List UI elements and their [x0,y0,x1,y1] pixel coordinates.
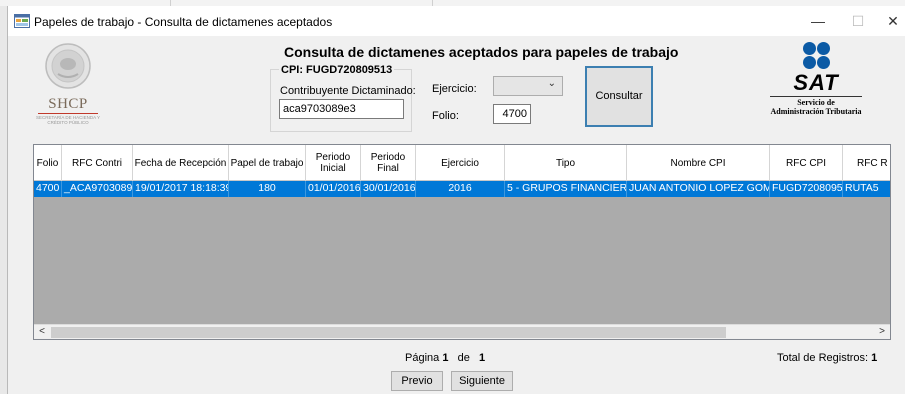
maximize-button[interactable]: ☐ [843,12,873,32]
folio-input[interactable] [493,104,531,124]
column-header[interactable]: RFC CPI [770,145,843,181]
sat-logo-text: SAT [793,70,839,95]
cell-rfc-cpi: FUGD720809513 [770,181,843,197]
background-window-edge [0,6,8,394]
total-value: 1 [871,352,878,364]
results-grid[interactable]: Folio RFC Contri Fecha de Recepción Pape… [33,144,891,340]
column-header[interactable]: Ejercicio [416,145,505,181]
scroll-left-icon[interactable]: < [34,325,50,339]
cell-rfc-contri: _ACA9703089E3 [62,181,133,197]
window-title: Papeles de trabajo - Consulta de dictame… [34,15,333,29]
column-header[interactable]: Nombre CPI [627,145,770,181]
sat-logo-subtext-2: Administración Tributaria [770,107,862,116]
column-header[interactable]: Periodo Final [361,145,416,181]
grid-header: Folio RFC Contri Fecha de Recepción Pape… [34,145,890,181]
column-header[interactable]: Fecha de Recepción [133,145,229,181]
sat-logo-subtext-1: Servicio de [797,98,835,107]
cell-papel-trabajo: 180 [229,181,306,197]
cell-folio: 4700 [34,181,62,197]
cpi-groupbox: CPI: FUGD720809513 Contribuyente Dictami… [270,64,416,132]
ejercicio-label: Ejercicio: [432,83,477,95]
coat-of-arms-icon [45,43,91,89]
cell-periodo-final: 30/01/2016 [361,181,416,197]
sat-logo: SAT Servicio de Administración Tributari… [760,40,872,120]
column-header[interactable]: Papel de trabajo [229,145,306,181]
ejercicio-dropdown[interactable]: ⌄ [493,76,563,96]
cell-rfc-r: RUTA5 [845,182,879,194]
shcp-logo-subtext: SECRETARÍA DE HACIENDA Y CRÉDITO PÚBLICO [35,115,101,125]
siguiente-button[interactable]: Siguiente [451,371,513,391]
column-header[interactable]: Folio [34,145,62,181]
shcp-logo-text: SHCP [48,96,88,112]
column-header[interactable]: RFC R [843,145,890,181]
page-title: Consulta de dictamenes aceptados para pa… [284,44,679,60]
de-label: de [457,352,470,364]
app-window: Papeles de trabajo - Consulta de dictame… [8,6,905,394]
previo-button[interactable]: Previo [391,371,443,391]
close-button[interactable]: ✕ [878,12,905,32]
scroll-right-icon[interactable]: > [874,325,890,339]
table-row[interactable]: 4700 _ACA9703089E3 19/01/2017 18:18:39 1… [34,181,890,197]
sat-logo-rule [770,96,862,97]
cell-ejercicio: 2016 [416,181,505,197]
total-registros: Total de Registros: 1 [777,352,877,364]
title-bar[interactable]: Papeles de trabajo - Consulta de dictame… [8,6,905,36]
shcp-logo: SHCP SECRETARÍA DE HACIENDA Y CRÉDITO PÚ… [28,40,108,132]
consultar-button[interactable]: Consultar [585,66,653,127]
sat-dots-icon [801,40,831,70]
contribuyente-label: Contribuyente Dictaminado: [280,85,416,97]
minimize-button[interactable]: — [803,12,833,32]
folio-label: Folio: [432,110,459,122]
cell-nombre-cpi: JUAN ANTONIO LOPEZ GOMEZ [627,181,770,197]
total-label: Total de Registros: [777,352,869,364]
column-header[interactable]: RFC Contri [62,145,133,181]
column-header[interactable]: Periodo Inicial [306,145,361,181]
cpi-group-title: CPI: FUGD720809513 [279,64,395,76]
shcp-logo-rule [38,113,98,114]
cell-periodo-inicial: 01/01/2016 [306,181,361,197]
cell-fecha-recepcion: 19/01/2017 18:18:39 [133,181,229,197]
scrollbar-thumb[interactable] [51,327,726,338]
chevron-down-icon: ⌄ [547,78,556,89]
app-form-icon [14,14,30,28]
column-header[interactable]: Tipo [505,145,627,181]
total-pages: 1 [479,352,486,364]
pager-status: Página 1 de 1 [405,352,485,364]
current-page: 1 [442,352,449,364]
pagina-label: Página [405,352,440,364]
cell-tipo: 5 - GRUPOS FINANCIEROS [505,181,627,197]
contribuyente-input[interactable] [279,99,404,119]
horizontal-scrollbar[interactable]: < > [34,324,890,339]
